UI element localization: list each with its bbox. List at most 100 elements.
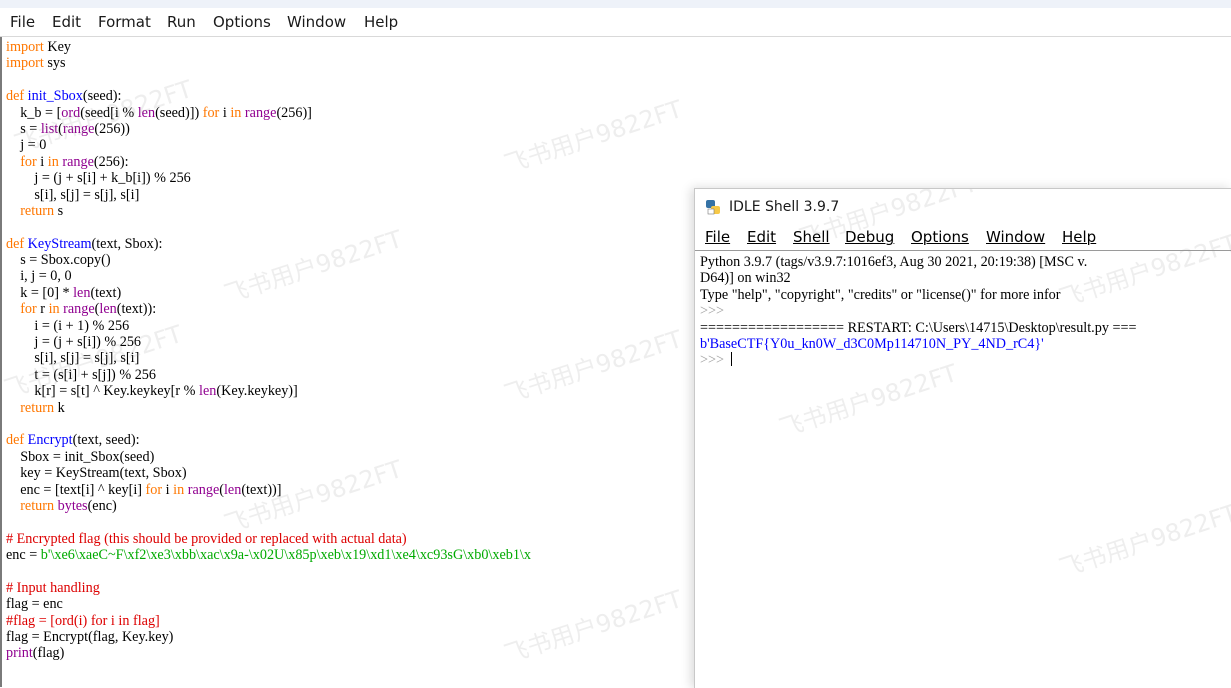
code-token: D64)] on win32 — [700, 270, 791, 287]
code-line: i = (i + 1) % 256 — [6, 318, 531, 334]
code-token: in — [47, 153, 59, 170]
code-text[interactable]: import Key import sys def init_Sbox(seed)… — [6, 39, 531, 662]
code-token: print — [6, 645, 33, 662]
code-token: KeyStream — [27, 235, 92, 252]
shell-title: IDLE Shell 3.9.7 — [729, 199, 840, 215]
code-token: b'BaseCTF{Y0u_kn0W_d3C0Mp114710N_PY_4ND_… — [700, 335, 1044, 352]
code-line: return k — [6, 400, 531, 416]
shell-menu-window[interactable]: Window — [986, 228, 1045, 246]
code-token: len — [73, 284, 91, 301]
code-token: in — [230, 104, 242, 121]
python-logo-icon — [706, 200, 720, 215]
code-token: s[i], s[j] = s[j], s[i] — [6, 186, 140, 203]
code-line: return bytes(enc) — [6, 498, 531, 514]
code-token: j = (j + s[i] + k_b[i]) % 256 — [6, 170, 191, 187]
code-token: range — [62, 120, 95, 137]
code-token: s — [54, 202, 64, 219]
shell-output-area[interactable]: Python 3.9.7 (tags/v3.9.7:1016ef3, Aug 3… — [695, 189, 1231, 688]
code-line: enc = [text[i] ^ key[i] for i in range(l… — [6, 482, 531, 498]
code-token: import — [6, 39, 44, 55]
code-token: ================== RESTART: C:\Users\147… — [700, 319, 1137, 336]
shell-menubar: File Edit Shell Debug Options Window Help — [695, 226, 1231, 250]
shell-menu-file[interactable]: File — [705, 228, 730, 246]
code-token: # Input handling — [6, 579, 100, 596]
code-token: sys — [43, 55, 66, 72]
menu-window[interactable]: Window — [287, 13, 346, 31]
code-line: k = [0] * len(text) — [6, 285, 531, 301]
code-line: s[i], s[j] = s[j], s[i] — [6, 187, 531, 203]
idle-shell-window[interactable]: IDLE Shell 3.9.7 File Edit Shell Debug Optio… — [694, 188, 1231, 688]
code-line: enc = b'\xe6\xaeC~F\xf2\xe3\xbb\xac\x9a-… — [6, 547, 531, 563]
code-line: j = (j + s[i]) % 256 — [6, 334, 531, 350]
editor-gutter — [0, 37, 2, 687]
code-token: def — [6, 88, 25, 105]
code-token: (Key.keykey)] — [216, 383, 298, 400]
code-token: import — [6, 55, 44, 72]
code-token: Type "help", "copyright", "credits" or "… — [700, 286, 1061, 303]
code-token: for — [20, 301, 37, 318]
menu-edit[interactable]: Edit — [52, 13, 81, 31]
code-token: Key — [43, 39, 72, 55]
code-line: Sbox = init_Sbox(seed) — [6, 449, 531, 465]
shell-titlebar[interactable]: IDLE Shell 3.9.7 — [695, 189, 1231, 225]
code-token: >>> — [700, 303, 728, 320]
editor-menubar: File Edit Format Run Options Window Help — [0, 8, 1231, 37]
menu-run[interactable]: Run — [167, 13, 196, 31]
menu-options[interactable]: Options — [213, 13, 271, 31]
code-token: len — [199, 383, 217, 400]
code-line: flag = enc — [6, 596, 531, 612]
code-token: t = (s[i] + s[j]) % 256 — [6, 366, 156, 383]
shell-menu-help[interactable]: Help — [1062, 228, 1096, 246]
code-line: import Key — [6, 39, 531, 55]
code-token: key = KeyStream(text, Sbox) — [6, 465, 187, 482]
code-line: def KeyStream(text, Sbox): — [6, 236, 531, 252]
code-token: return — [20, 202, 55, 219]
code-line: j = 0 — [6, 137, 531, 153]
code-token: k[r] = s[t] ^ Key.keykey[r % — [6, 383, 199, 400]
code-token: flag = enc — [6, 596, 63, 613]
code-editor[interactable]: import Key import sys def init_Sbox(seed)… — [0, 37, 694, 687]
code-token: s[i], s[j] = s[j], s[i] — [6, 350, 140, 367]
code-token: b'\xe6\xaeC~F\xf2\xe3\xbb\xac\x9a-\x02U\… — [40, 547, 531, 564]
code-token: range — [244, 104, 277, 121]
menu-help[interactable]: Help — [364, 13, 398, 31]
code-line: return s — [6, 203, 531, 219]
menu-format[interactable]: Format — [98, 13, 151, 31]
code-token: i — [219, 104, 231, 121]
code-token: i — [36, 153, 48, 170]
code-token: (seed)]) — [155, 104, 203, 121]
shell-menu-shell[interactable]: Shell — [793, 228, 830, 246]
code-line: k_b = [ord(seed[i % len(seed)]) for i in… — [6, 105, 531, 121]
code-line: # Encrypted flag (this should be provide… — [6, 531, 531, 547]
code-token: (text)): — [116, 301, 157, 318]
code-token: k — [54, 399, 65, 416]
shell-menu-edit[interactable]: Edit — [747, 228, 776, 246]
shell-menu-debug[interactable]: Debug — [845, 228, 894, 246]
code-token: >>> — [700, 352, 728, 369]
shell-line: b'BaseCTF{Y0u_kn0W_d3C0Mp114710N_PY_4ND_… — [700, 336, 1136, 352]
code-token: range — [187, 481, 220, 498]
text-cursor — [730, 352, 732, 367]
menu-file[interactable]: File — [10, 13, 35, 31]
code-line: for i in range(256): — [6, 154, 531, 170]
code-line: s[i], s[j] = s[j], s[i] — [6, 350, 531, 366]
code-token: init_Sbox — [27, 88, 83, 105]
code-line: flag = Encrypt(flag, Key.key) — [6, 629, 531, 645]
shell-output[interactable]: Python 3.9.7 (tags/v3.9.7:1016ef3, Aug 3… — [700, 254, 1136, 369]
code-token: len — [137, 104, 156, 121]
code-token: (seed): — [82, 88, 122, 105]
code-token: i — [162, 481, 174, 498]
code-token: s = Sbox.copy() — [6, 252, 111, 269]
code-token: return — [20, 399, 55, 416]
code-token: (256): — [93, 153, 129, 170]
code-token: (text))] — [241, 481, 282, 498]
shell-menu-options[interactable]: Options — [911, 228, 969, 246]
code-token: (256)) — [94, 120, 130, 137]
code-token: in — [48, 301, 60, 318]
code-line: def Encrypt(text, seed): — [6, 432, 531, 448]
shell-line: >>> — [700, 303, 1136, 319]
shell-line: Type "help", "copyright", "credits" or "… — [700, 287, 1136, 303]
